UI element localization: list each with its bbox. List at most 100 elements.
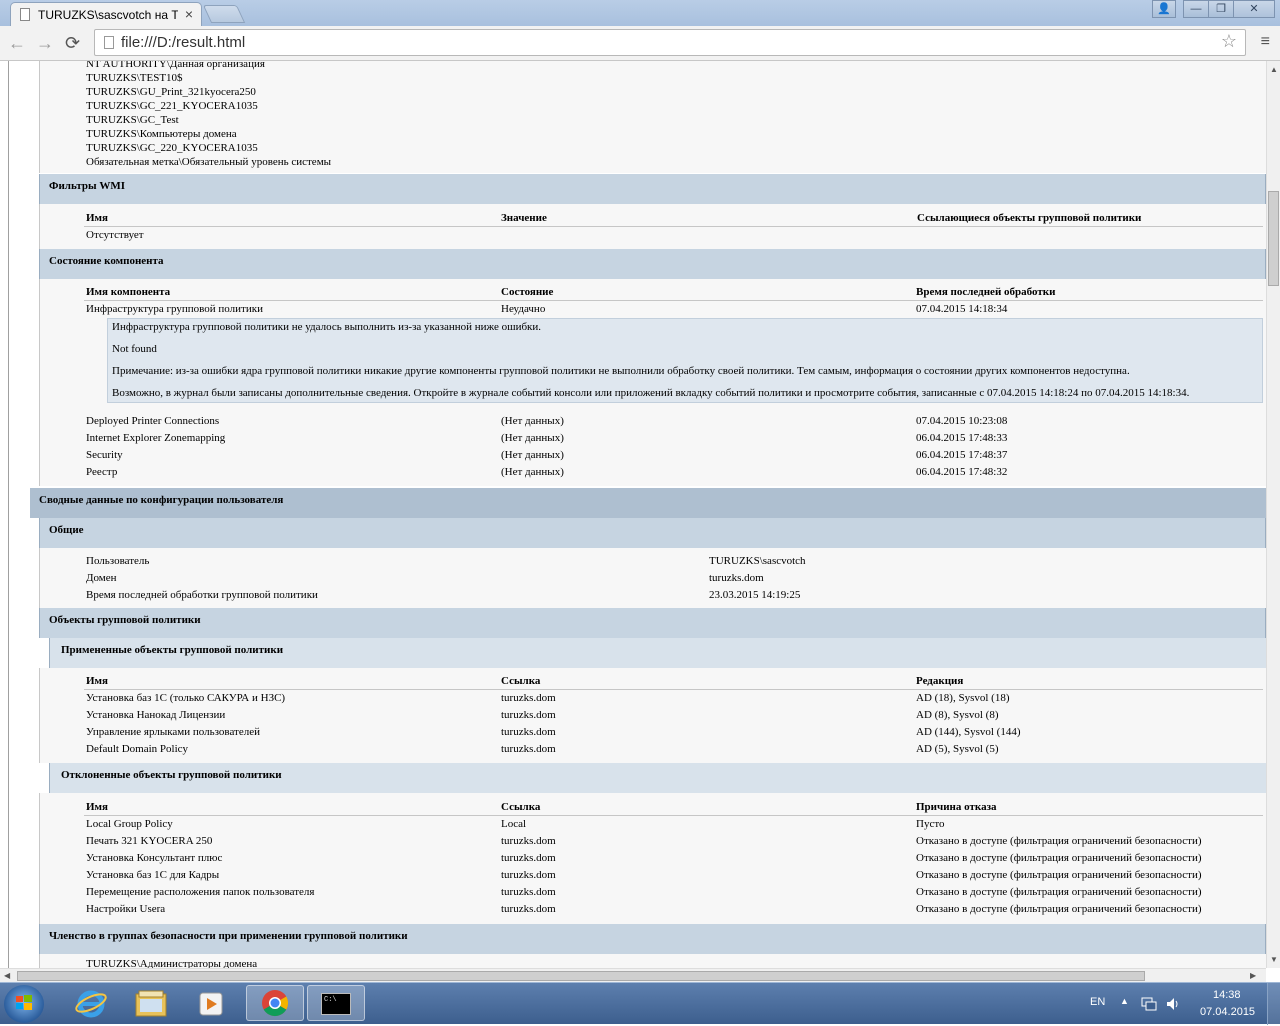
- gpo-name: Установка баз 1С для Кадры: [86, 869, 220, 881]
- page-icon: [104, 36, 114, 49]
- scroll-down-arrow-icon[interactable]: ▼: [1270, 955, 1278, 964]
- section-header-gpo[interactable]: [39, 608, 1266, 638]
- gpo-revision: AD (5), Sysvol (5): [916, 743, 999, 755]
- forward-arrow-icon[interactable]: →: [36, 33, 54, 54]
- scroll-up-arrow-icon[interactable]: ▲: [1270, 65, 1278, 74]
- show-desktop-button[interactable]: [1267, 983, 1280, 1025]
- property-value: TURUZKS\sascvotch: [709, 555, 806, 567]
- gpo-denial-reason: Отказано в доступе (фильтрация ограничен…: [916, 852, 1202, 864]
- column-header: Ссылающиеся объекты групповой политики: [917, 212, 1142, 224]
- section-header-wmi-filters[interactable]: [39, 174, 1266, 204]
- property-value: turuzks.dom: [709, 572, 764, 584]
- component-name: Deployed Printer Connections: [86, 415, 220, 427]
- column-header: Ссылка: [501, 801, 541, 813]
- scroll-right-arrow-icon[interactable]: ▶: [1250, 971, 1256, 980]
- error-line: Примечание: из-за ошибки ядра групповой …: [112, 365, 1130, 377]
- column-header: Имя: [86, 801, 108, 813]
- scroll-left-arrow-icon[interactable]: ◀: [4, 971, 10, 980]
- column-header: Имя: [86, 675, 108, 687]
- component-state: (Нет данных): [501, 449, 564, 461]
- horizontal-scrollbar[interactable]: ◀ ▶: [0, 968, 1266, 982]
- vertical-scrollbar[interactable]: ▲ ▼: [1266, 61, 1280, 968]
- group-item: TURUZKS\GC_221_KYOCERA1035: [86, 100, 258, 112]
- tab-close-icon[interactable]: ×: [185, 6, 193, 22]
- taskbar-command-prompt[interactable]: C:\: [307, 985, 365, 1021]
- gpo-name: Установка баз 1С (только САКУРА и НЗС): [86, 692, 286, 704]
- show-hidden-icons-icon[interactable]: ▲: [1120, 996, 1129, 1006]
- language-indicator[interactable]: EN: [1090, 996, 1105, 1008]
- section-header-component-status[interactable]: [39, 249, 1266, 279]
- taskbar-explorer[interactable]: [122, 985, 180, 1021]
- taskbar-chrome[interactable]: [246, 985, 304, 1021]
- minimize-button[interactable]: —: [1183, 0, 1209, 18]
- user-icon: 👤: [1157, 3, 1171, 15]
- header-divider: [84, 689, 1263, 690]
- clock-time[interactable]: 14:38: [1213, 989, 1241, 1001]
- group-item: TURUZKS\Компьютеры домена: [86, 128, 237, 140]
- group-item: TURUZKS\TEST10$: [86, 72, 183, 84]
- close-window-button[interactable]: ✕: [1233, 0, 1275, 18]
- gpo-link: turuzks.dom: [501, 886, 556, 898]
- vertical-scroll-thumb[interactable]: [1268, 191, 1279, 286]
- windows-taskbar: C:\ EN ▲ 14:38 07.04.2015: [0, 982, 1280, 1025]
- gpo-name: Управление ярлыками пользователей: [86, 726, 260, 738]
- tab-title: TURUZKS\sascvotch на TU: [38, 8, 178, 22]
- clock-date[interactable]: 07.04.2015: [1200, 1006, 1255, 1018]
- taskbar-media-player[interactable]: [182, 985, 240, 1021]
- horizontal-scroll-thumb[interactable]: [17, 971, 1145, 981]
- component-time: 06.04.2015 17:48:37: [916, 449, 1008, 461]
- header-divider: [84, 300, 1263, 301]
- restore-button[interactable]: ❐: [1208, 0, 1234, 18]
- windows-logo-icon: [16, 995, 32, 1010]
- property-label: Время последней обработки групповой поли…: [86, 589, 318, 601]
- group-item: TURUZKS\GC_220_KYOCERA1035: [86, 142, 258, 154]
- section-header-general[interactable]: [39, 518, 1266, 548]
- gpo-link: turuzks.dom: [501, 869, 556, 881]
- start-button[interactable]: [4, 985, 44, 1023]
- gpo-link: turuzks.dom: [501, 903, 556, 915]
- property-value: 23.03.2015 14:19:25: [709, 589, 801, 601]
- user-profile-button[interactable]: 👤: [1152, 0, 1176, 18]
- component-time: 06.04.2015 17:48:32: [916, 466, 1008, 478]
- gpo-name: Перемещение расположения папок пользоват…: [86, 886, 315, 898]
- column-header: Имя компонента: [86, 286, 171, 298]
- gpo-link: turuzks.dom: [501, 852, 556, 864]
- column-header: Имя: [86, 212, 108, 224]
- taskbar-internet-explorer[interactable]: [62, 985, 120, 1021]
- page-icon: [20, 8, 30, 21]
- group-item: TURUZKS\GC_Test: [86, 114, 179, 126]
- back-arrow-icon[interactable]: ←: [8, 33, 26, 54]
- section-title: Примененные объекты групповой политики: [61, 644, 284, 656]
- chrome-icon: [262, 990, 289, 1017]
- new-tab-button[interactable]: [202, 5, 246, 23]
- network-icon[interactable]: [1141, 997, 1157, 1011]
- gpo-link: turuzks.dom: [501, 835, 556, 847]
- url-text[interactable]: file:///D:/result.html: [121, 34, 245, 51]
- internet-explorer-icon: [75, 990, 107, 1018]
- volume-icon[interactable]: [1165, 996, 1181, 1012]
- browser-tab[interactable]: TURUZKS\sascvotch на TU ×: [10, 2, 202, 26]
- component-name: Security: [86, 449, 123, 461]
- report-content: NT AUTHORITY\Данная организация TURUZKS\…: [0, 61, 1266, 968]
- chrome-menu-icon[interactable]: ≡: [1261, 33, 1270, 51]
- gpo-denial-reason: Отказано в доступе (фильтрация ограничен…: [916, 903, 1202, 915]
- component-name: Internet Explorer Zonemapping: [86, 432, 226, 444]
- gpo-denial-reason: Отказано в доступе (фильтрация ограничен…: [916, 886, 1202, 898]
- component-state: Неудачно: [501, 303, 546, 315]
- gpo-link: turuzks.dom: [501, 709, 556, 721]
- gpo-name: Установка Нанокад Лицензии: [86, 709, 226, 721]
- gpo-revision: AD (8), Sysvol (8): [916, 709, 999, 721]
- title-bar: TURUZKS\sascvotch на TU × 👤 — ❐ ✕: [0, 0, 1280, 26]
- reload-icon[interactable]: ⟳: [65, 33, 80, 54]
- property-label: Домен: [86, 572, 117, 584]
- restore-icon: ❐: [1216, 3, 1226, 15]
- bookmark-star-icon[interactable]: ☆: [1221, 31, 1237, 52]
- cmd-icon-label: C:\: [324, 996, 337, 1004]
- gpo-name: Печать 321 KYOCERA 250: [86, 835, 213, 847]
- minimize-icon: —: [1190, 3, 1202, 15]
- header-divider: [84, 226, 1263, 227]
- address-bar[interactable]: file:///D:/result.html ☆: [94, 29, 1246, 56]
- browser-toolbar: ← → ⟳ file:///D:/result.html ☆ ≡: [0, 26, 1280, 61]
- gpo-link: turuzks.dom: [501, 692, 556, 704]
- group-item: NT AUTHORITY\Данная организация: [86, 61, 265, 70]
